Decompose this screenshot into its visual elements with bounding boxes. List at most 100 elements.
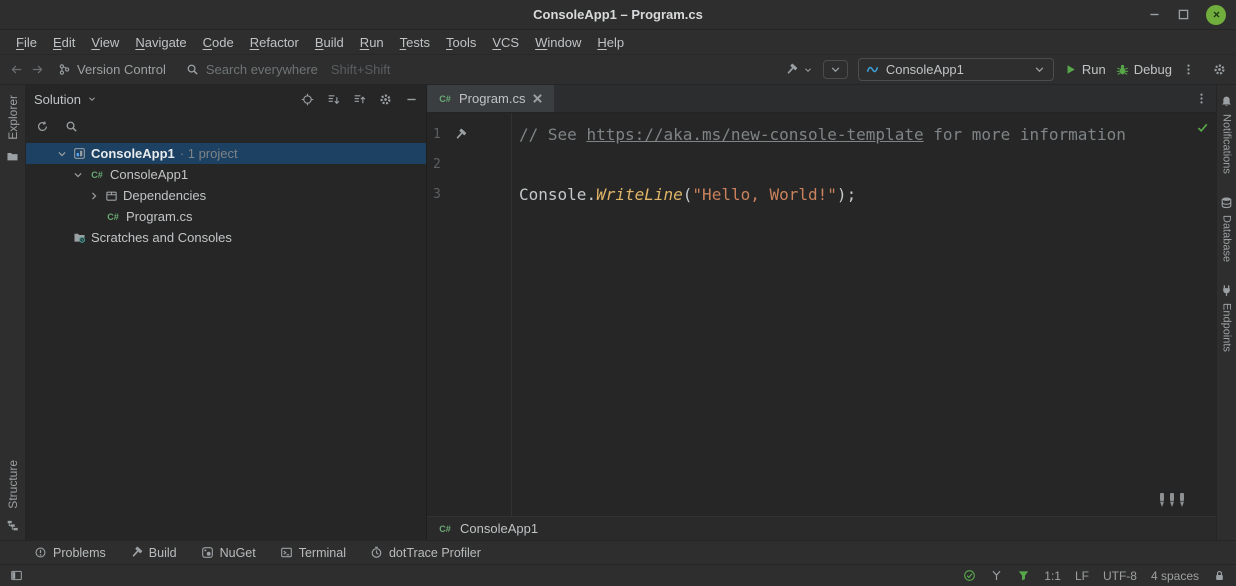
maximize-button[interactable]	[1177, 8, 1190, 21]
minimize-button[interactable]	[1148, 8, 1161, 21]
check-circle-icon[interactable]	[963, 569, 976, 582]
run-config-selector[interactable]: ConsoleApp1	[858, 58, 1054, 81]
tree-item-label: Program.cs	[126, 209, 192, 224]
project-panel-toolbar	[26, 113, 426, 139]
chevron-right-icon[interactable]	[88, 190, 100, 202]
tree-item-scratches-and-consoles[interactable]: Scratches and Consoles	[26, 227, 426, 248]
expand-all-icon[interactable]	[327, 93, 340, 106]
menu-item-view[interactable]: View	[83, 32, 127, 53]
chevron-placeholder	[88, 211, 100, 223]
lock-icon[interactable]	[1213, 569, 1226, 582]
stripe-button-endpoints[interactable]: Endpoints	[1220, 284, 1233, 352]
toolwindow-tab-build[interactable]: Build	[130, 546, 177, 560]
folder-icon[interactable]	[6, 150, 19, 163]
tree-item-consoleapp1[interactable]: C# ConsoleApp1	[26, 164, 426, 185]
code-line: 2	[427, 149, 1216, 179]
settings-gear-icon[interactable]	[1213, 63, 1226, 76]
menu-item-build[interactable]: Build	[307, 32, 352, 53]
search-icon	[186, 63, 199, 76]
stripe-label: Database	[1221, 215, 1233, 262]
stripe-button-notifications[interactable]: Notifications	[1220, 95, 1233, 174]
breadcrumb-item[interactable]: ConsoleApp1	[460, 521, 538, 536]
panel-settings-icon[interactable]	[379, 93, 392, 106]
tab-program-cs[interactable]: C# Program.cs	[427, 85, 554, 112]
tree-item-label: Dependencies	[123, 188, 206, 203]
menu-item-vcs[interactable]: VCS	[484, 32, 527, 53]
menu-item-navigate[interactable]: Navigate	[127, 32, 194, 53]
chevron-down-icon[interactable]	[56, 148, 68, 160]
scratches-icon	[73, 231, 86, 244]
editor-area: C# Program.cs 1// See https://aka.ms/new…	[427, 85, 1216, 540]
sync-icon[interactable]	[36, 120, 49, 133]
hammer-icon	[130, 546, 143, 559]
project-tree: ConsoleApp1· 1 project C# ConsoleApp1 Depen…	[26, 139, 426, 540]
indent-style[interactable]: 4 spaces	[1151, 569, 1199, 583]
play-icon	[1064, 63, 1077, 76]
caret-position[interactable]: 1:1	[1044, 569, 1061, 583]
stripe-button-structure[interactable]: Structure	[6, 460, 20, 509]
analysis-icon[interactable]	[990, 569, 1003, 582]
minimize-icon	[1148, 8, 1161, 21]
toolwindow-tab-dottrace-profiler[interactable]: dotTrace Profiler	[370, 546, 481, 560]
menu-item-window[interactable]: Window	[527, 32, 589, 53]
search-everywhere[interactable]: Search everywhere Shift+Shift	[186, 62, 391, 77]
build-solution-button[interactable]	[785, 63, 813, 76]
editor-tab-bar: C# Program.cs	[427, 85, 1216, 113]
select-opened-file-icon[interactable]	[301, 93, 314, 106]
menu-item-edit[interactable]: Edit	[45, 32, 83, 53]
gutter-separator	[511, 113, 512, 516]
menu-item-help[interactable]: Help	[589, 32, 632, 53]
tree-item-program-cs[interactable]: C#Program.cs	[26, 206, 426, 227]
hide-panel-icon[interactable]	[405, 93, 418, 106]
left-tool-stripe: Explorer Structure	[0, 85, 26, 540]
ide-window: ConsoleApp1 – Program.cs FileEditViewNav…	[0, 0, 1236, 586]
panel-search-icon[interactable]	[65, 120, 78, 133]
code-line-text[interactable]: // See https://aka.ms/new-console-templa…	[489, 125, 1126, 144]
run-button[interactable]: Run	[1064, 62, 1106, 77]
tree-item-dependencies[interactable]: Dependencies	[26, 185, 426, 206]
close-button[interactable]	[1206, 5, 1226, 25]
file-encoding[interactable]: UTF-8	[1103, 569, 1137, 583]
line-separator[interactable]: LF	[1075, 569, 1089, 583]
collapse-all-icon[interactable]	[353, 93, 366, 106]
filter-icon[interactable]	[1017, 569, 1030, 582]
debug-button[interactable]: Debug	[1116, 62, 1172, 77]
csharp-project-icon: C#	[89, 170, 105, 180]
status-widgets: 1:1 LF UTF-8 4 spaces	[963, 569, 1226, 583]
run-label: Run	[1082, 62, 1106, 77]
view-selector[interactable]: Solution	[34, 92, 97, 107]
close-tab-icon[interactable]	[531, 92, 544, 105]
tab-options-icon[interactable]	[1195, 92, 1208, 105]
chevron-down-icon[interactable]	[72, 169, 84, 181]
menu-item-code[interactable]: Code	[195, 32, 242, 53]
analysis-markers-icon[interactable]	[1158, 492, 1188, 508]
menu-item-file[interactable]: File	[8, 32, 45, 53]
toolwindow-tab-problems[interactable]: Problems	[34, 546, 106, 560]
code-line-text[interactable]: Console.WriteLine("Hello, World!");	[489, 185, 856, 204]
run-toolbar: ConsoleApp1 Run Debug	[785, 58, 1226, 81]
stripe-button-database[interactable]: Database	[1220, 196, 1233, 262]
tree-item-label: ConsoleApp1	[110, 167, 188, 182]
menu-item-refactor[interactable]: Refactor	[242, 32, 307, 53]
toolwindow-tab-terminal[interactable]: Terminal	[280, 546, 346, 560]
gutter-build-icon[interactable]	[454, 128, 467, 141]
toolwindow-tab-nuget[interactable]: NuGet	[201, 546, 256, 560]
tree-item-consoleapp1[interactable]: ConsoleApp1· 1 project	[26, 143, 426, 164]
view-selector-label: Solution	[34, 92, 81, 107]
stripe-button-explorer[interactable]: Explorer	[6, 95, 20, 140]
menu-item-tests[interactable]: Tests	[392, 32, 438, 53]
back-icon[interactable]	[10, 63, 23, 76]
menu-item-tools[interactable]: Tools	[438, 32, 484, 53]
menu-item-run[interactable]: Run	[352, 32, 392, 53]
editor[interactable]: 1// See https://aka.ms/new-console-templ…	[427, 113, 1216, 516]
version-control-widget[interactable]: Version Control	[58, 62, 166, 77]
code-area: 1// See https://aka.ms/new-console-templ…	[427, 119, 1216, 209]
dependencies-icon	[105, 189, 118, 202]
toolbar-dropdown[interactable]	[823, 60, 848, 79]
structure-icon[interactable]	[6, 519, 19, 532]
forward-icon[interactable]	[31, 63, 44, 76]
branch-icon	[58, 63, 71, 76]
toolwindow-toggle-icon[interactable]	[10, 569, 23, 582]
inspections-ok-icon[interactable]	[1196, 121, 1209, 134]
more-actions-icon[interactable]	[1182, 63, 1195, 76]
